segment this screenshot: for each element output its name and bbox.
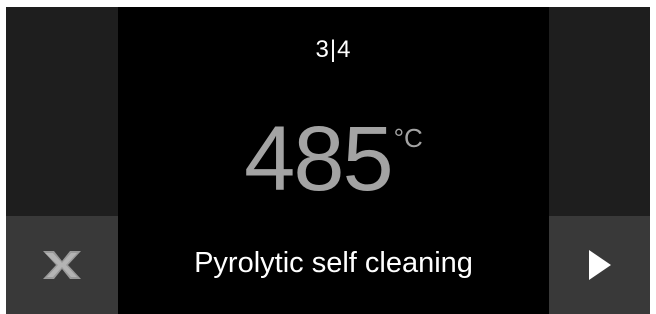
close-x-icon: [43, 251, 81, 279]
temperature-readout: 485 °C: [118, 113, 549, 205]
temperature-unit: °C: [393, 123, 423, 153]
oven-display-screen: 3|4 485 °C Pyrolytic self cleaning: [6, 7, 650, 314]
next-button[interactable]: [549, 216, 650, 314]
temperature-value: 485: [244, 108, 393, 210]
left-side-panel: [6, 7, 118, 216]
program-name: Pyrolytic self cleaning: [194, 247, 473, 279]
cancel-button[interactable]: [6, 216, 118, 314]
step-indicator: 3|4: [315, 36, 352, 63]
play-arrow-right-icon: [588, 250, 611, 280]
right-side-panel: [549, 7, 650, 216]
